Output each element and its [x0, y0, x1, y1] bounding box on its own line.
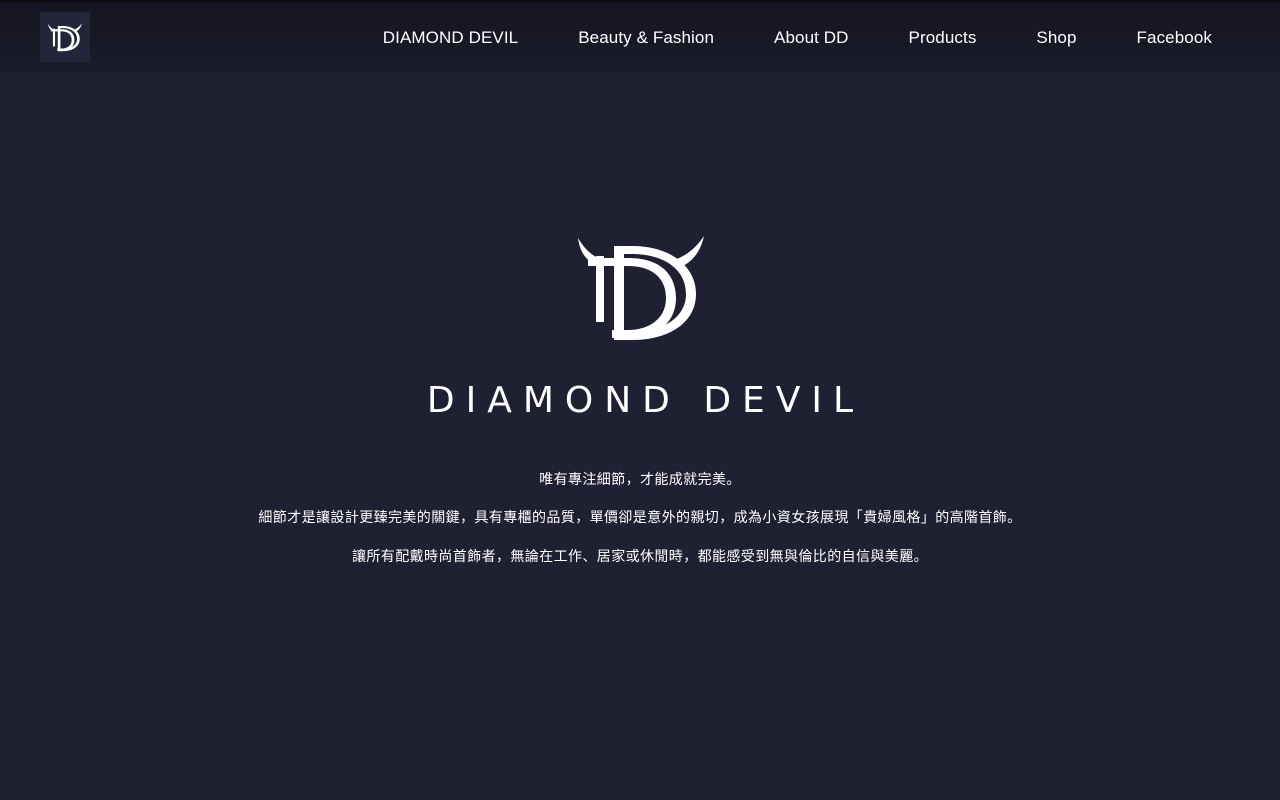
nav-item-shop[interactable]: Shop [1036, 28, 1076, 48]
tagline-line-3: 讓所有配戴時尚首飾者，無論在工作、居家或休閒時，都能感受到無與倫比的自信與美麗。 [352, 548, 928, 564]
brand-name: DIAMOND DEVIL [426, 380, 865, 421]
main-nav: DIAMOND DEVIL Beauty & Fashion About DD … [383, 2, 1212, 74]
nav-item-diamond-devil[interactable]: DIAMOND DEVIL [383, 28, 518, 48]
nav-item-beauty-fashion[interactable]: Beauty & Fashion [578, 28, 714, 48]
nav-item-facebook[interactable]: Facebook [1137, 28, 1212, 48]
nav-item-about-dd[interactable]: About DD [774, 28, 849, 48]
dd-devil-logo-icon [578, 236, 704, 340]
tagline-line-1: 唯有專注細節，才能成就完美。 [539, 471, 741, 487]
nav-item-products[interactable]: Products [909, 28, 977, 48]
tagline-line-2: 細節才是讓設計更臻完美的關鍵，具有專櫃的品質，單價卻是意外的親切，成為小資女孩展… [258, 509, 1022, 525]
home-logo-link[interactable] [40, 12, 90, 62]
top-navigation-bar: DIAMOND DEVIL Beauty & Fashion About DD … [0, 0, 1280, 72]
dd-devil-logo-icon [48, 23, 82, 52]
page: DIAMOND DEVIL Beauty & Fashion About DD … [0, 0, 1280, 800]
